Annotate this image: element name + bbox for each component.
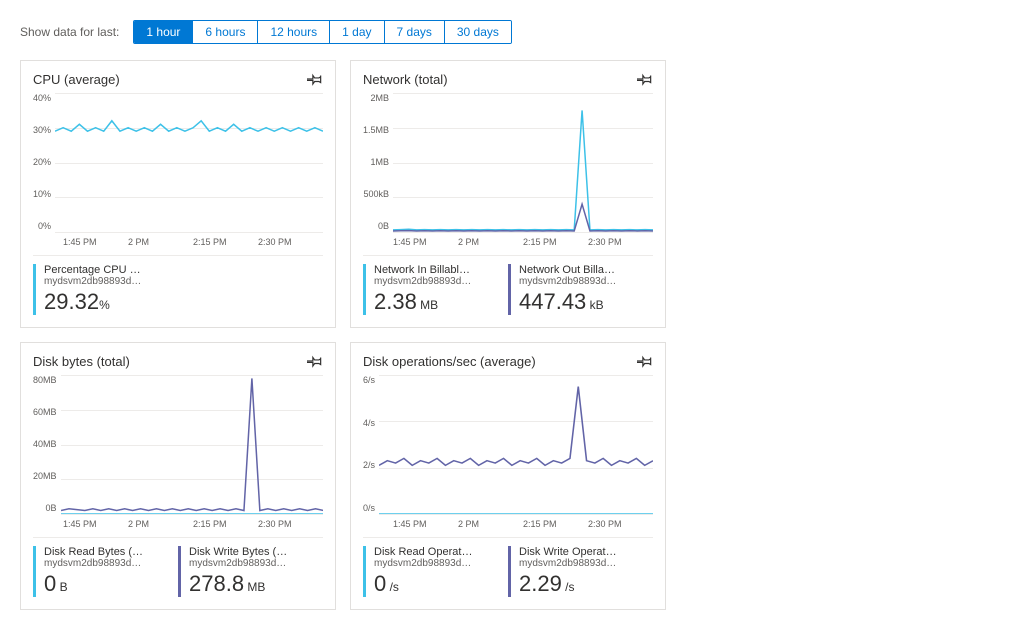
chart-card: CPU (average) 40%30%20%10%0% 1:45 PM2 PM2:… (20, 60, 336, 328)
legend-resource-label: mydsvm2db98893d8e4f (189, 558, 289, 569)
pin-icon[interactable] (637, 353, 653, 369)
legend-metric-label: Network In Billable ... (374, 264, 474, 276)
x-axis: 1:45 PM2 PM2:15 PM2:30 PM (393, 237, 653, 247)
x-axis: 1:45 PM2 PM2:15 PM2:30 PM (393, 519, 653, 529)
legend-metric-label: Disk Write Bytes (Sum) (189, 546, 289, 558)
legend-value: 2.29 /s (519, 571, 653, 597)
chart-title: Disk bytes (total) (33, 354, 130, 369)
legend-value: 0 B (44, 571, 178, 597)
plot-area[interactable] (61, 375, 323, 515)
legend-resource-label: mydsvm2db98893d8e4f (44, 558, 144, 569)
legend-item[interactable]: Percentage CPU (Avg)mydsvm2db98893d8e4f 2… (33, 264, 323, 315)
chart-card: Disk operations/sec (average) 6/s4/s2/s0/… (350, 342, 666, 610)
y-axis: 80MB60MB40MB20MB0B (33, 375, 61, 515)
chart-title: Network (total) (363, 72, 448, 87)
charts-grid: CPU (average) 40%30%20%10%0% 1:45 PM2 PM2:… (20, 60, 990, 610)
plot-area[interactable] (393, 93, 653, 233)
chart-card: Disk bytes (total) 80MB60MB40MB20MB0B1:45… (20, 342, 336, 610)
time-filter-label: Show data for last: (20, 25, 119, 39)
legend-value: 0 /s (374, 571, 508, 597)
chart-title: Disk operations/sec (average) (363, 354, 536, 369)
x-axis: 1:45 PM2 PM2:15 PM2:30 PM (63, 519, 323, 529)
time-range-7-days[interactable]: 7 days (385, 21, 445, 43)
chart-title: CPU (average) (33, 72, 120, 87)
legend-item[interactable]: Disk Write Bytes (Sum)mydsvm2db98893d8e4… (178, 546, 323, 597)
legend-row: Network In Billable ...mydsvm2db98893d8e… (363, 255, 653, 315)
legend-value: 447.43 kB (519, 289, 653, 315)
time-range-1-hour[interactable]: 1 hour (134, 21, 193, 43)
y-axis: 6/s4/s2/s0/s (363, 375, 379, 515)
legend-item[interactable]: Disk Write Operation...mydsvm2db98893d8e… (508, 546, 653, 597)
legend-item[interactable]: Disk Read Operations...mydsvm2db98893d8e… (363, 546, 508, 597)
legend-row: Disk Read Bytes (Sum)mydsvm2db98893d8e4f… (33, 537, 323, 597)
legend-metric-label: Disk Read Bytes (Sum) (44, 546, 144, 558)
time-range-buttons: 1 hour6 hours12 hours1 day7 days30 days (133, 20, 512, 44)
legend-item[interactable]: Network Out Billable...mydsvm2db98893d8e… (508, 264, 653, 315)
y-axis: 2MB1.5MB1MB500kB0B (363, 93, 393, 233)
x-axis: 1:45 PM2 PM2:15 PM2:30 PM (63, 237, 323, 247)
time-range-30-days[interactable]: 30 days (445, 21, 511, 43)
legend-resource-label: mydsvm2db98893d8e4f (44, 276, 144, 287)
time-range-12-hours[interactable]: 12 hours (258, 21, 330, 43)
legend-metric-label: Percentage CPU (Avg) (44, 264, 144, 276)
legend-resource-label: mydsvm2db98893d8e4f (519, 276, 619, 287)
legend-item[interactable]: Network In Billable ...mydsvm2db98893d8e… (363, 264, 508, 315)
pin-icon[interactable] (307, 353, 323, 369)
legend-item[interactable]: Disk Read Bytes (Sum)mydsvm2db98893d8e4f… (33, 546, 178, 597)
legend-metric-label: Disk Read Operations... (374, 546, 474, 558)
legend-resource-label: mydsvm2db98893d8e4f (519, 558, 619, 569)
time-range-6-hours[interactable]: 6 hours (193, 21, 258, 43)
pin-icon[interactable] (637, 71, 653, 87)
time-range-1-day[interactable]: 1 day (330, 21, 384, 43)
time-filter-row: Show data for last: 1 hour6 hours12 hour… (20, 20, 990, 44)
legend-metric-label: Network Out Billable... (519, 264, 619, 276)
legend-row: Disk Read Operations...mydsvm2db98893d8e… (363, 537, 653, 597)
legend-value: 29.32% (44, 289, 323, 315)
legend-resource-label: mydsvm2db98893d8e4f (374, 558, 474, 569)
legend-metric-label: Disk Write Operation... (519, 546, 619, 558)
legend-resource-label: mydsvm2db98893d8e4f (374, 276, 474, 287)
legend-row: Percentage CPU (Avg)mydsvm2db98893d8e4f 2… (33, 255, 323, 315)
chart-card: Network (total) 2MB1.5MB1MB500kB0B1:45 PM… (350, 60, 666, 328)
y-axis: 40%30%20%10%0% (33, 93, 55, 233)
plot-area[interactable] (379, 375, 653, 515)
legend-value: 2.38 MB (374, 289, 508, 315)
pin-icon[interactable] (307, 71, 323, 87)
legend-value: 278.8 MB (189, 571, 323, 597)
plot-area[interactable] (55, 93, 323, 233)
